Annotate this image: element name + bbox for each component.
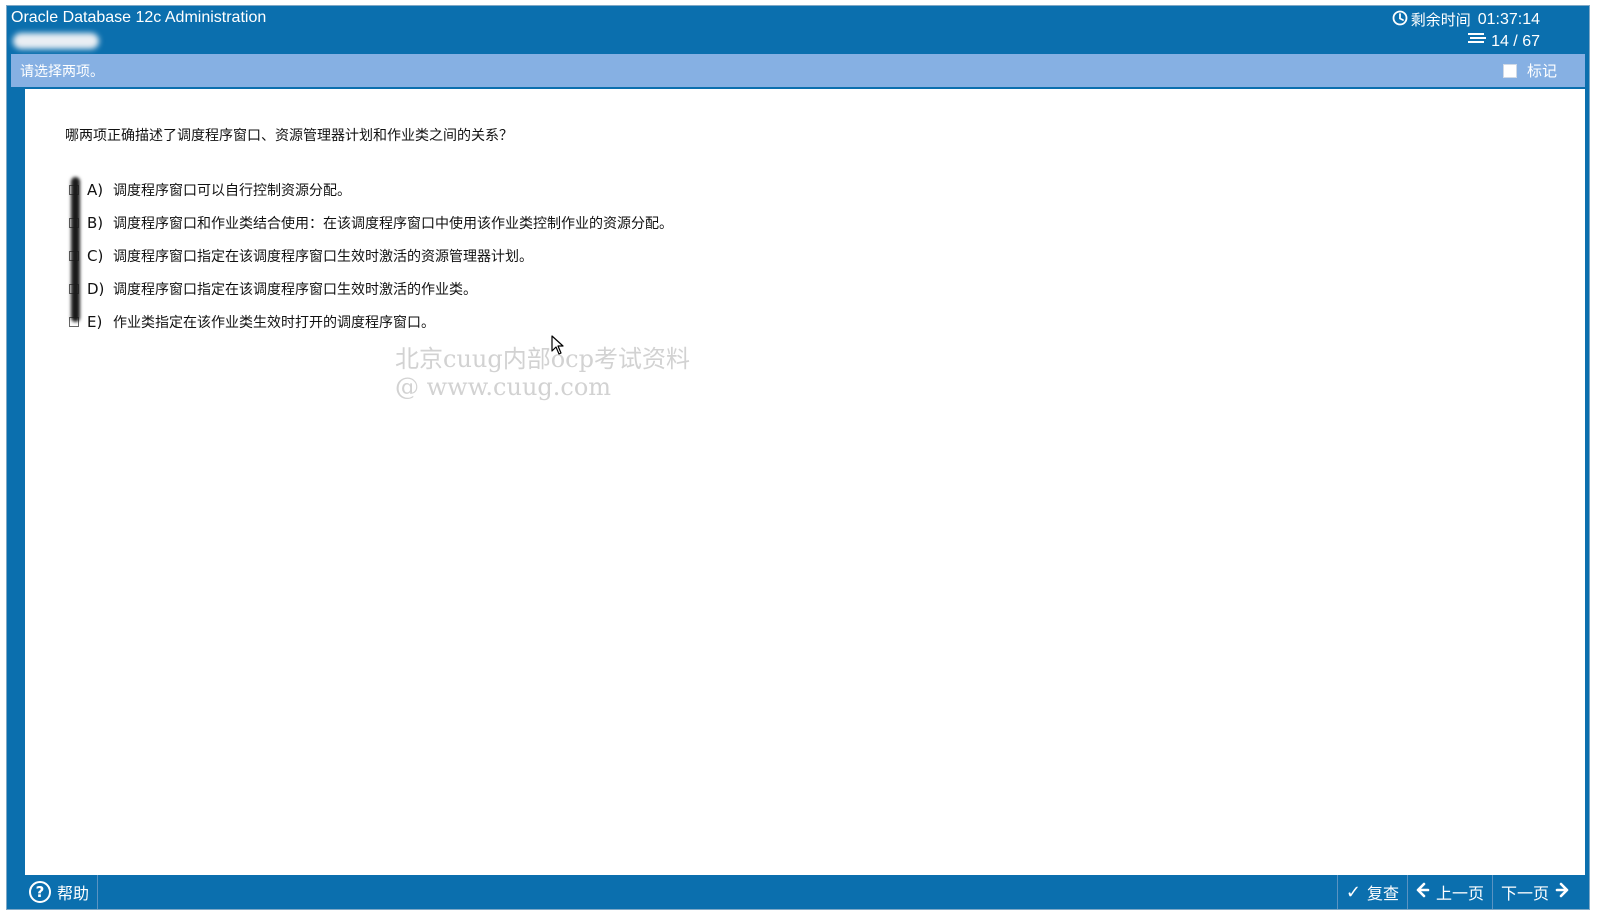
option-d[interactable]: D) 调度程序窗口指定在该调度程序窗口生效时激活的作业类。 <box>69 272 673 305</box>
navigation-buttons: ✓ 复查 上一页 下一页 <box>1336 875 1577 909</box>
answer-options: A) 调度程序窗口可以自行控制资源分配。 B) 调度程序窗口和作业类结合使用：在… <box>69 173 673 338</box>
mark-label: 标记 <box>1526 62 1557 80</box>
clock-icon <box>1392 10 1408 30</box>
option-text: 调度程序窗口和作业类结合使用：在该调度程序窗口中使用该作业类控制作业的资源分配。 <box>113 215 673 232</box>
watermark-line-2: @ www.cuug.com <box>395 373 612 401</box>
option-letter: D) <box>87 279 105 298</box>
footer-bar: ? 帮助 ✓ 复查 上一页 下一页 <box>25 875 1585 909</box>
question-counter: 14 / 67 <box>1467 32 1540 51</box>
next-button[interactable]: 下一页 <box>1491 875 1577 909</box>
mark-for-review[interactable]: 标记 <box>1502 60 1557 81</box>
timer-value: 01:37:14 <box>1477 10 1540 28</box>
arrow-left-icon <box>1416 882 1430 902</box>
redacted-candidate-name <box>13 33 99 49</box>
option-letter: B) <box>87 213 104 232</box>
help-button[interactable]: ? 帮助 <box>29 875 99 909</box>
previous-button[interactable]: 上一页 <box>1406 875 1492 909</box>
list-icon <box>1467 32 1487 51</box>
watermark-line-1: 北京cuug内部ocp考试资料 <box>395 345 690 373</box>
mouse-cursor-icon <box>551 335 565 355</box>
option-c[interactable]: C) 调度程序窗口指定在该调度程序窗口生效时激活的资源管理器计划。 <box>69 239 673 272</box>
option-text: 作业类指定在该作业类生效时打开的调度程序窗口。 <box>113 314 435 331</box>
question-area: 哪两项正确描述了调度程序窗口、资源管理器计划和作业类之间的关系？ A) 调度程序… <box>25 89 1585 875</box>
option-letter: C) <box>87 246 104 265</box>
screen: Oracle Database 12c Administration 剩余时间 … <box>0 0 1616 915</box>
question-text: 哪两项正确描述了调度程序窗口、资源管理器计划和作业类之间的关系？ <box>65 128 513 144</box>
time-remaining: 剩余时间 01:37:14 <box>1392 9 1540 30</box>
redaction-mark <box>71 177 80 322</box>
timer-label: 剩余时间 <box>1410 11 1471 29</box>
option-e[interactable]: E) 作业类指定在该作业类生效时打开的调度程序窗口。 <box>69 305 673 338</box>
option-text: 调度程序窗口可以自行控制资源分配。 <box>113 182 351 199</box>
option-a[interactable]: A) 调度程序窗口可以自行控制资源分配。 <box>69 173 673 206</box>
question-circle-icon: ? <box>29 881 51 903</box>
instruction-text: 请选择两项。 <box>20 64 104 80</box>
exam-window: Oracle Database 12c Administration 剩余时间 … <box>6 5 1590 910</box>
option-b[interactable]: B) 调度程序窗口和作业类结合使用：在该调度程序窗口中使用该作业类控制作业的资源… <box>69 206 673 239</box>
app-title: Oracle Database 12c Administration <box>11 9 267 26</box>
arrow-right-icon <box>1555 882 1569 902</box>
review-button[interactable]: ✓ 复查 <box>1336 875 1407 909</box>
question-counter-value: 14 / 67 <box>1491 32 1540 50</box>
option-text: 调度程序窗口指定在该调度程序窗口生效时激活的资源管理器计划。 <box>113 248 533 265</box>
review-label: 复查 <box>1366 884 1399 903</box>
option-letter: A) <box>87 180 104 199</box>
instruction-bar: 请选择两项。 标记 <box>11 54 1585 87</box>
option-text: 调度程序窗口指定在该调度程序窗口生效时激活的作业类。 <box>113 281 477 298</box>
mark-checkbox[interactable] <box>1502 63 1517 78</box>
check-icon: ✓ <box>1345 881 1361 903</box>
previous-label: 上一页 <box>1435 884 1484 903</box>
watermark: 北京cuug内部ocp考试资料 @ www.cuug.com <box>395 345 690 401</box>
next-label: 下一页 <box>1500 884 1549 903</box>
help-label: 帮助 <box>57 884 90 903</box>
title-bar: Oracle Database 12c Administration 剩余时间 … <box>7 6 1589 56</box>
option-letter: E) <box>87 312 103 331</box>
